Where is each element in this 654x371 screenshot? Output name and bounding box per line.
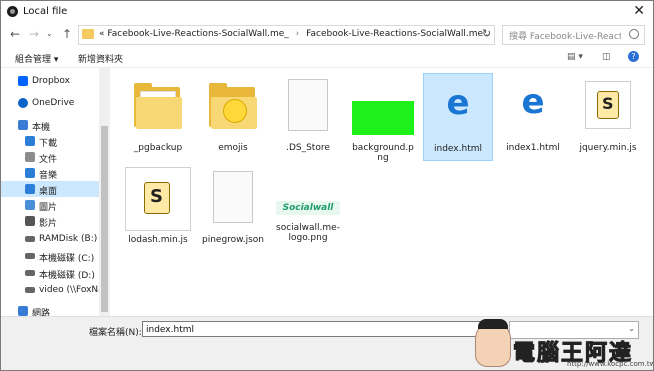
emoji-icon [223, 99, 247, 123]
desktop-icon [25, 184, 35, 194]
network-drive-icon [25, 287, 35, 293]
file-item-background[interactable]: background.png [348, 73, 418, 163]
watermark-url: http://www.kocpc.com.tw [567, 360, 654, 368]
file-item-pinegrow[interactable]: pinegrow.json [198, 165, 268, 253]
drive-icon [25, 236, 35, 242]
computer-icon [18, 120, 28, 130]
network-icon [18, 306, 28, 316]
app-icon [7, 6, 18, 17]
breadcrumb-overflow[interactable]: « [99, 29, 105, 39]
onedrive-icon [18, 98, 28, 108]
nav-item-downloads[interactable]: 下載 [1, 133, 99, 149]
edge-browser-icon: e [521, 82, 545, 122]
title-bar: Local file ✕ [1, 1, 653, 23]
nav-item-videos[interactable]: 影片 [1, 213, 99, 229]
drive-icon [25, 253, 35, 259]
address-bar[interactable]: « Facebook-Live-Reactions-SocialWall.me_… [78, 25, 495, 45]
close-icon[interactable]: ✕ [633, 3, 645, 19]
view-options-icon[interactable]: ▤ ▾ [567, 52, 583, 62]
nav-item-ramdisk[interactable]: RAMDisk (B:) [1, 231, 99, 247]
scrollbar-thumb[interactable] [101, 126, 108, 312]
file-name-bar: 檔案名稱(N): index.html ⌄ 電腦王阿達 http://www.k… [1, 316, 654, 370]
file-name: jquery.min.js [579, 143, 637, 153]
nav-item-dropbox[interactable]: Dropbox [1, 73, 99, 89]
nav-item-desktop[interactable]: 桌面 [1, 181, 99, 197]
preview-pane-icon[interactable]: ◫ [602, 52, 611, 62]
watermark-mascot [475, 319, 511, 367]
window-title: Local file [23, 6, 68, 17]
file-item-lodash[interactable]: lodash.min.js [123, 165, 193, 253]
help-icon[interactable]: ? [628, 51, 639, 62]
file-name: socialwall.me-logo.png [276, 223, 340, 243]
file-name: index.html [434, 144, 482, 154]
file-name: emojis [218, 143, 248, 153]
file-name: lodash.min.js [128, 235, 188, 245]
file-item-ds-store[interactable]: .DS_Store [273, 73, 343, 161]
logo-thumbnail: Socialwall [276, 201, 340, 215]
nav-item-documents[interactable]: 文件 [1, 149, 99, 165]
script-file-icon [125, 167, 191, 231]
pictures-icon [25, 200, 35, 210]
image-thumbnail [352, 101, 414, 135]
search-placeholder: 搜尋 Facebook-Live-Reactio... [509, 32, 621, 42]
filename-label: 檔案名稱(N): [89, 328, 142, 338]
navigation-pane: Dropbox OneDrive 本機 下載 文件 音樂 桌面 圖片 影片 RA… [1, 68, 101, 319]
nav-item-pictures[interactable]: 圖片 [1, 197, 99, 213]
file-dialog: Local file ✕ ← → ⌄ ↑ « Facebook-Live-Rea… [0, 0, 654, 371]
nav-item-drive-d[interactable]: 本機磁碟 (D:) [1, 265, 99, 281]
file-name: background.png [352, 143, 414, 163]
folder-icon [134, 83, 182, 129]
new-folder-button[interactable]: 新增資料夾 [78, 52, 123, 65]
file-list: _pgbackup emojis .DS_Store background.pn… [113, 71, 648, 311]
folder-icon [82, 29, 94, 39]
forward-arrow-icon[interactable]: → [29, 27, 39, 41]
nav-item-music[interactable]: 音樂 [1, 165, 99, 181]
edge-browser-icon: e [446, 83, 470, 123]
toolbar: 組合管理 ▾ 新增資料夾 ▤ ▾ ◫ ? [1, 47, 653, 68]
breadcrumb-item[interactable]: Facebook-Live-Reactions-SocialWall.me_ [107, 29, 288, 39]
search-icon [629, 29, 639, 39]
file-name: pinegrow.json [202, 235, 264, 245]
documents-icon [25, 152, 35, 162]
file-item-index-html[interactable]: e index.html [423, 73, 493, 161]
file-item-socialwall-logo[interactable]: Socialwall socialwall.me-logo.png [273, 165, 343, 253]
nav-item-network-drive[interactable]: video (\\FoxNa [1, 282, 99, 298]
music-icon [25, 168, 35, 178]
blank-file-icon [213, 171, 253, 223]
search-input[interactable]: 搜尋 Facebook-Live-Reactio... [502, 25, 645, 45]
nav-item-drive-c[interactable]: 本機磁碟 (C:) [1, 248, 99, 264]
up-arrow-icon[interactable]: ↑ [62, 27, 72, 41]
download-icon [25, 136, 35, 146]
filename-input[interactable]: index.html [142, 321, 506, 337]
file-name: .DS_Store [286, 143, 330, 153]
organize-button[interactable]: 組合管理 ▾ [15, 52, 58, 65]
nav-item-this-pc[interactable]: 本機 [1, 117, 99, 133]
chevron-right-icon[interactable]: › [296, 29, 300, 39]
nav-scrollbar[interactable] [99, 68, 110, 316]
refresh-icon[interactable]: ↻ [482, 27, 491, 40]
file-item-emojis[interactable]: emojis [198, 73, 268, 161]
dropbox-icon [18, 76, 28, 86]
recent-dropdown-icon[interactable]: ⌄ [46, 29, 53, 38]
drive-icon [25, 270, 35, 276]
file-item-jquery[interactable]: jquery.min.js [573, 73, 643, 161]
breadcrumb: « Facebook-Live-Reactions-SocialWall.me_… [99, 29, 483, 39]
videos-icon [25, 216, 35, 226]
navigation-row: ← → ⌄ ↑ « Facebook-Live-Reactions-Social… [1, 23, 653, 47]
file-item-pgbackup[interactable]: _pgbackup [123, 73, 193, 161]
file-name: _pgbackup [133, 143, 183, 153]
blank-file-icon [288, 79, 328, 131]
chevron-down-icon[interactable]: ⌄ [628, 324, 635, 333]
script-file-icon [585, 81, 631, 129]
nav-item-onedrive[interactable]: OneDrive [1, 95, 99, 111]
file-item-index1-html[interactable]: e index1.html [498, 73, 568, 161]
file-name: index1.html [506, 143, 560, 153]
back-arrow-icon[interactable]: ← [10, 27, 20, 41]
folder-icon [209, 83, 257, 129]
breadcrumb-item[interactable]: Facebook-Live-Reactions-SocialWall.me [306, 29, 483, 39]
